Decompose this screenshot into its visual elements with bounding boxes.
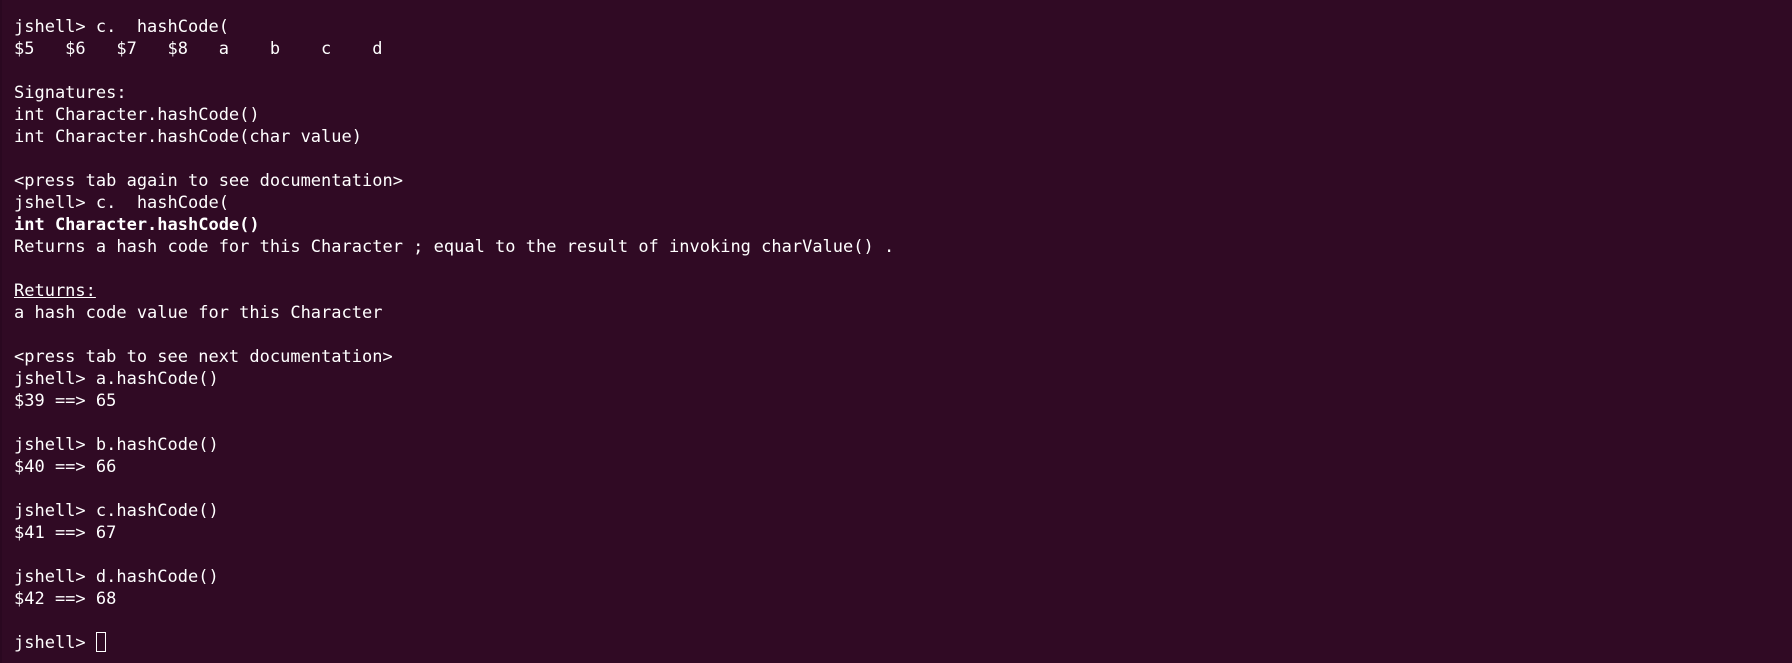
terminal-line: jshell> a.hashCode() xyxy=(14,369,219,389)
returns-heading: Returns: xyxy=(14,281,96,301)
terminal-line: jshell> b.hashCode() xyxy=(14,435,219,455)
terminal-line: int Character.hashCode() xyxy=(14,105,260,125)
terminal-line: $5 $6 $7 $8 a b c d xyxy=(14,39,383,59)
terminal-line: Returns a hash code for this Character ;… xyxy=(14,237,895,257)
terminal-line: <press tab to see next documentation> xyxy=(14,347,393,367)
terminal-line: $42 ==> 68 xyxy=(14,589,117,609)
terminal-line: Signatures: xyxy=(14,83,127,103)
terminal-line: jshell> c. hashCode( xyxy=(14,17,229,37)
terminal-line: $41 ==> 67 xyxy=(14,523,117,543)
terminal-line: int Character.hashCode() xyxy=(14,215,260,235)
text-cursor[interactable] xyxy=(95,632,106,652)
terminal-line: a hash code value for this Character xyxy=(14,303,383,323)
terminal-line: Returns: xyxy=(14,280,1792,302)
window-edge xyxy=(0,0,2,663)
terminal-line: jshell> d.hashCode() xyxy=(14,567,219,587)
terminal-line: <press tab again to see documentation> xyxy=(14,171,403,191)
terminal-line: jshell> c.hashCode() xyxy=(14,501,219,521)
terminal-line: $39 ==> 65 xyxy=(14,391,117,411)
terminal-window[interactable]: jshell> c. hashCode( $5 $6 $7 $8 a b c d… xyxy=(0,0,1792,663)
terminal-line: $40 ==> 66 xyxy=(14,457,117,477)
prompt-line[interactable]: jshell> xyxy=(14,632,1792,654)
prompt-text: jshell> xyxy=(14,633,96,653)
terminal-output: jshell> c. hashCode( $5 $6 $7 $8 a b c d… xyxy=(14,16,1792,632)
terminal-line: int Character.hashCode(char value) xyxy=(14,127,362,147)
terminal-line: jshell> c. hashCode( xyxy=(14,193,229,213)
